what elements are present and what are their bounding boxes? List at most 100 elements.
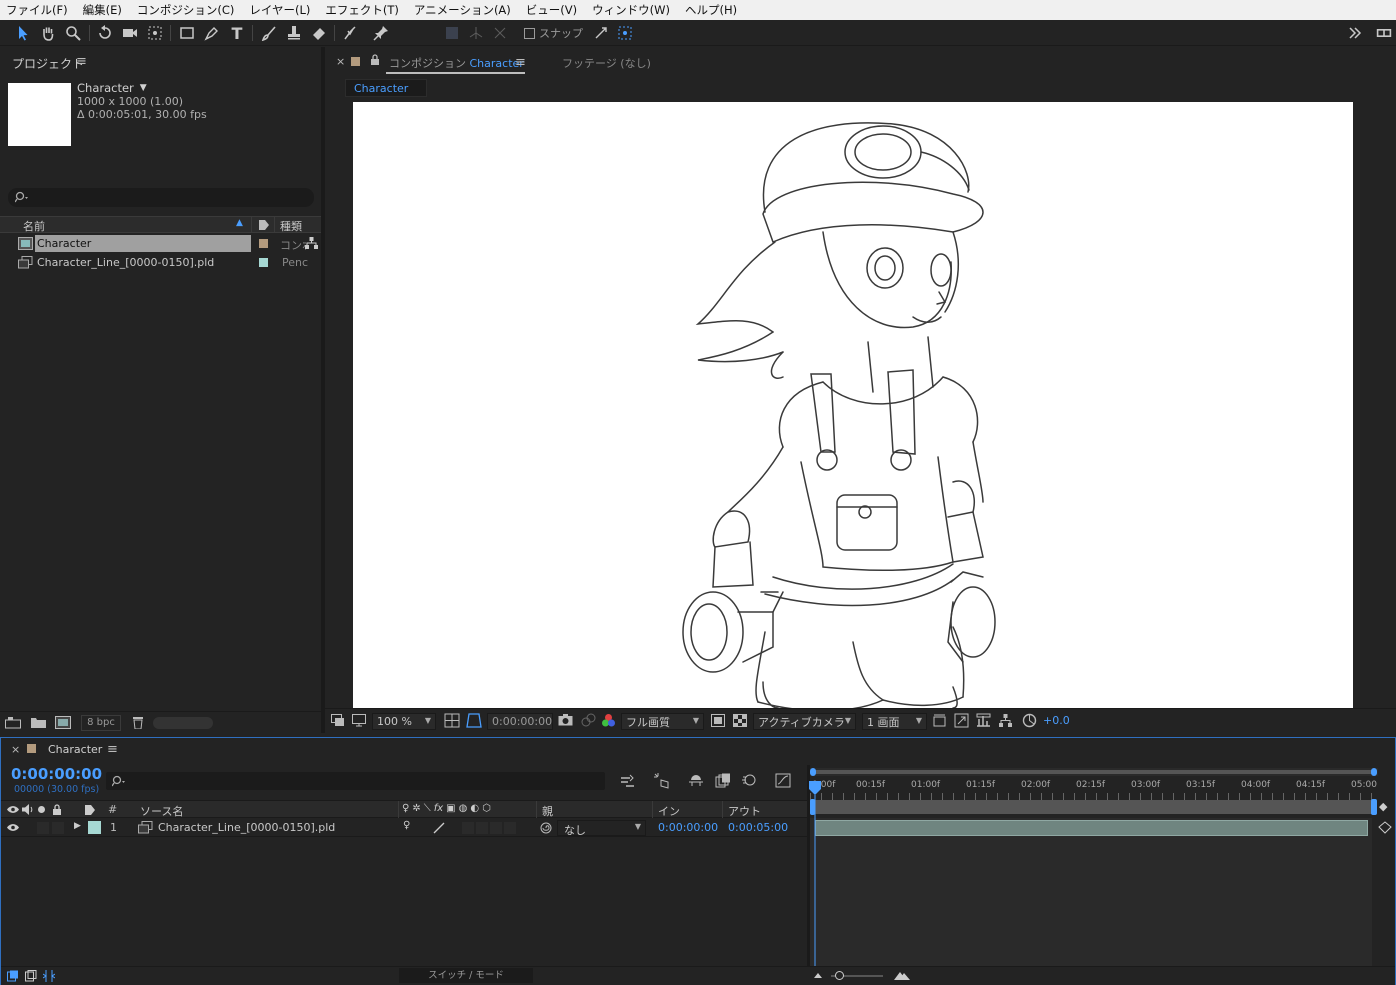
thumbnail-slider[interactable]	[153, 717, 213, 729]
trash-icon[interactable]	[132, 716, 144, 729]
close-tab-icon[interactable]: ×	[336, 55, 345, 68]
world-axis-icon[interactable]	[466, 24, 486, 42]
reset-exposure-icon[interactable]	[1022, 713, 1037, 728]
camera-tool-icon[interactable]	[120, 24, 140, 42]
label-tag-icon[interactable]	[84, 804, 96, 816]
pick-whip-icon[interactable]	[540, 822, 552, 834]
layer-shy-switch[interactable]: ♀	[403, 820, 410, 831]
expand-toolbar-icon[interactable]	[1345, 24, 1365, 42]
menu-help[interactable]: ヘルプ(H)	[685, 2, 737, 18]
preview-options-icon[interactable]	[331, 714, 345, 727]
rotate-tool-icon[interactable]	[95, 24, 115, 42]
graph-editor-icon[interactable]	[775, 773, 791, 788]
effect-switch-icon[interactable]: fx	[434, 803, 443, 814]
shy-switch-icon[interactable]: ♀	[402, 803, 409, 814]
selection-tool-icon[interactable]	[13, 24, 33, 42]
zoom-tool-icon[interactable]	[63, 24, 83, 42]
shy-layers-icon[interactable]	[688, 774, 704, 788]
comp-mini-flowchart-icon[interactable]	[620, 774, 636, 788]
column-name[interactable]: 名前	[23, 218, 45, 234]
in-out-pane-icon[interactable]	[43, 970, 55, 982]
selected-item-name[interactable]: Character ▼	[77, 81, 147, 95]
timeline-menu-icon[interactable]: ≡	[107, 742, 118, 757]
project-search-input[interactable]	[8, 188, 314, 207]
view-axis-icon[interactable]	[490, 24, 510, 42]
transparency-grid-icon[interactable]	[733, 714, 747, 727]
layer-quality-switch[interactable]	[433, 822, 445, 834]
clone-stamp-tool-icon[interactable]	[284, 24, 304, 42]
visibility-eye-icon[interactable]	[7, 823, 19, 832]
snap-target-icon[interactable]	[615, 24, 635, 42]
column-type[interactable]: 種類	[280, 218, 302, 234]
switch-box[interactable]	[476, 822, 488, 834]
panel-menu-icon[interactable]: ≡	[76, 54, 87, 69]
layer-source-name[interactable]: Character_Line_[0000-0150].pld	[158, 821, 335, 834]
interpret-footage-icon[interactable]	[5, 717, 21, 729]
menu-effect[interactable]: エフェクト(T)	[325, 2, 399, 18]
menu-layer[interactable]: レイヤー(L)	[249, 2, 310, 18]
column-out[interactable]: アウト	[728, 803, 761, 819]
label-swatch[interactable]	[259, 258, 268, 267]
timeline-toggle-icon[interactable]	[976, 713, 991, 728]
snap-checkbox[interactable]	[524, 27, 535, 39]
work-area-bar[interactable]	[810, 800, 1375, 814]
navigator-end-handle[interactable]	[1371, 768, 1377, 776]
rectangle-tool-icon[interactable]	[177, 24, 197, 42]
parent-dropdown[interactable]: なし ▼	[557, 820, 646, 837]
toggle-pixel-aspect-icon[interactable]	[932, 713, 947, 728]
menu-window[interactable]: ウィンドウ(W)	[592, 2, 670, 18]
close-timeline-tab-icon[interactable]: ×	[11, 743, 20, 756]
navigator-start-handle[interactable]	[810, 768, 816, 776]
lock-toggle[interactable]	[52, 822, 64, 834]
solo-dot-icon[interactable]	[38, 806, 45, 813]
resolution-dropdown[interactable]: フル画質 ▼	[621, 713, 704, 730]
comp-marker-bin-icon[interactable]: ◆	[1379, 800, 1393, 814]
sort-asc-icon[interactable]: ▲	[236, 218, 243, 228]
audio-speaker-icon[interactable]	[22, 804, 34, 815]
comp-flowchart-icon[interactable]	[998, 713, 1013, 728]
new-composition-icon[interactable]	[55, 716, 71, 729]
timeline-tab[interactable]: Character	[48, 743, 102, 756]
3d-layer-switch-icon[interactable]: ⬡	[482, 803, 491, 814]
dropdown-arrow-icon[interactable]: ▼	[140, 83, 147, 93]
breadcrumb[interactable]: Character	[345, 79, 427, 97]
mask-visibility-icon[interactable]	[466, 713, 482, 728]
layer-switches-pane-icon[interactable]	[7, 970, 19, 982]
motion-blur-switch-icon[interactable]: ◍	[459, 803, 468, 814]
lock-icon[interactable]	[52, 804, 62, 815]
current-time-field[interactable]: 0:00:00:00	[487, 713, 553, 730]
tab-composition[interactable]: コンポジション Character	[389, 55, 524, 71]
layer-row[interactable]: ▶ 1 Character_Line_[0000-0150].pld ♀ なし …	[1, 819, 807, 837]
menu-file[interactable]: ファイル(F)	[6, 2, 68, 18]
snapshot-camera-icon[interactable]	[558, 714, 573, 726]
tab-footage[interactable]: フッテージ (なし)	[562, 55, 651, 71]
eraser-tool-icon[interactable]	[309, 24, 329, 42]
column-parent[interactable]: 親	[542, 803, 553, 819]
layer-duration-bar[interactable]	[815, 820, 1368, 836]
project-item-footage[interactable]: Character_Line_[0000-0150].pld Penc	[0, 253, 321, 272]
menu-animation[interactable]: アニメーション(A)	[414, 2, 511, 18]
transfer-controls-pane-icon[interactable]	[25, 970, 37, 982]
column-in[interactable]: イン	[658, 803, 680, 819]
safe-zones-icon[interactable]	[444, 713, 460, 728]
monitor-icon[interactable]	[352, 714, 366, 727]
draft-3d-icon[interactable]	[653, 772, 671, 789]
roto-brush-tool-icon[interactable]	[341, 24, 361, 42]
switch-box[interactable]	[504, 822, 516, 834]
fast-previews-icon[interactable]	[954, 713, 969, 728]
snap-toggle[interactable]: スナップ	[524, 24, 583, 42]
adjustment-switch-icon[interactable]: ◐	[470, 803, 479, 814]
collapse-switch-icon[interactable]: ✲	[412, 803, 420, 814]
lock-icon[interactable]	[370, 54, 380, 66]
frame-blend-switch-icon[interactable]: ▣	[446, 803, 455, 814]
switch-box[interactable]	[490, 822, 502, 834]
expand-arrow-icon[interactable]: ▶	[74, 821, 81, 831]
track-area[interactable]	[810, 818, 1372, 966]
keyframe-nav-icon[interactable]	[1378, 821, 1392, 834]
timeline-current-time[interactable]: 0:00:00:00	[11, 765, 102, 783]
brush-tool-icon[interactable]	[259, 24, 279, 42]
time-ruler[interactable]: 0:00f 00:15f 01:00f 01:15f 02:00f 02:15f…	[810, 778, 1378, 800]
label-tag-icon[interactable]	[258, 219, 270, 231]
solo-toggle[interactable]	[37, 822, 49, 834]
bit-depth-button[interactable]: 8 bpc	[81, 715, 121, 731]
